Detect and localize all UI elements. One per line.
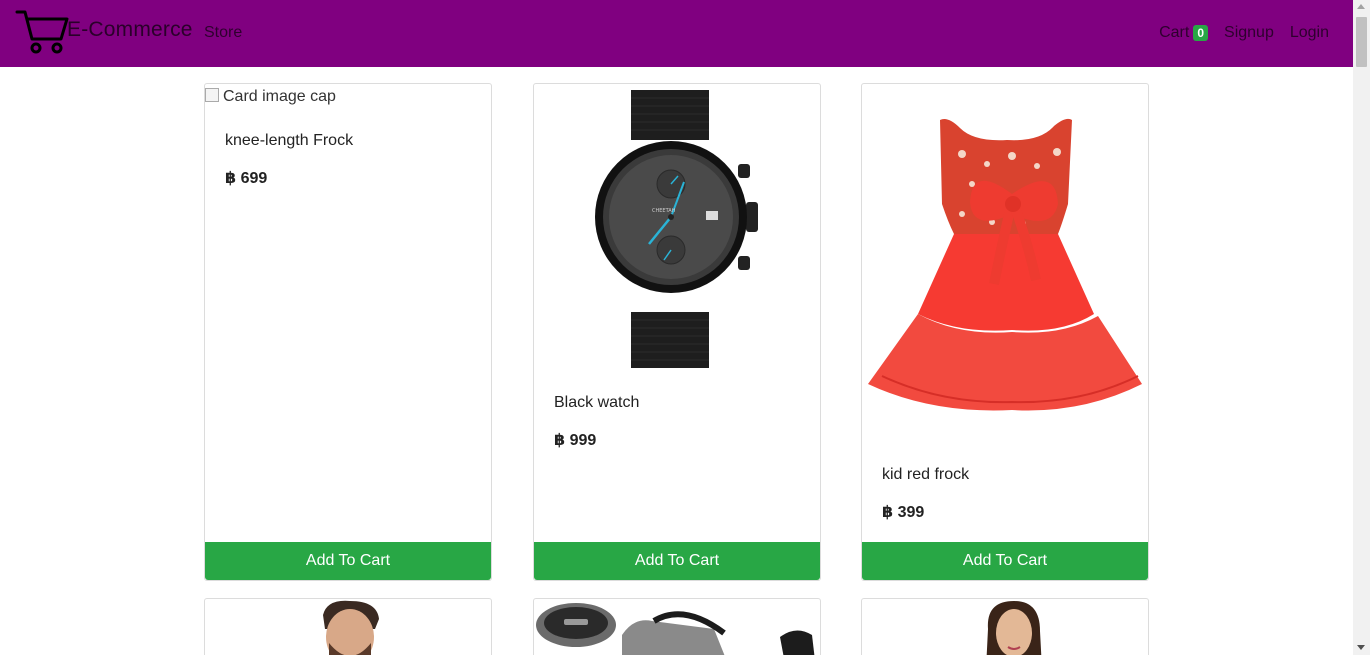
product-price: ฿ 699	[225, 170, 268, 187]
product-card	[204, 598, 492, 655]
man-portrait-image	[205, 599, 491, 655]
scroll-up-arrow-icon[interactable]	[1357, 4, 1365, 9]
product-card: kid red frock ฿ 399 Add To Cart	[861, 83, 1149, 581]
cart-label: Cart	[1159, 24, 1190, 41]
broken-image-icon	[205, 88, 219, 102]
product-title: Black watch	[554, 394, 640, 411]
nav-cart-link[interactable]: Cart 0	[1159, 24, 1209, 42]
scrollbar-thumb[interactable]	[1356, 17, 1367, 67]
brand-link[interactable]: E-Commerce	[15, 9, 193, 57]
product-card: Card image cap knee-length Frock ฿ 699 A…	[204, 83, 492, 581]
brand-name: E-Commerce	[67, 18, 193, 41]
product-title: knee-length Frock	[225, 132, 354, 149]
red-frock-image	[862, 84, 1148, 444]
nav-right-links: Cart 0 Signup Login	[1159, 24, 1329, 42]
backpack-image	[534, 599, 820, 655]
scroll-down-arrow-icon[interactable]	[1357, 645, 1365, 650]
broken-image-placeholder: Card image cap	[205, 88, 336, 106]
svg-text:CHEETAH: CHEETAH	[652, 208, 676, 214]
product-price: ฿ 399	[882, 504, 925, 521]
shopping-cart-icon	[15, 7, 71, 60]
product-card	[861, 598, 1149, 655]
nav-signup-link[interactable]: Signup	[1224, 24, 1274, 42]
add-to-cart-button[interactable]: Add To Cart	[862, 542, 1148, 580]
add-to-cart-button[interactable]: Add To Cart	[205, 542, 491, 580]
cart-count-badge: 0	[1193, 25, 1209, 41]
navbar: E-Commerce Store Cart 0 Signup Login	[0, 0, 1353, 67]
black-watch-image: CHEETAH	[534, 84, 820, 374]
product-price: ฿ 999	[554, 432, 597, 449]
add-to-cart-button[interactable]: Add To Cart	[534, 542, 820, 580]
nav-store-link[interactable]: Store	[204, 24, 242, 42]
image-alt-text: Card image cap	[223, 88, 336, 105]
woman-portrait-image	[862, 599, 1148, 655]
product-card	[533, 598, 821, 655]
product-card: CHEETAH Black watch ฿ 999 Add To Cart	[533, 83, 821, 581]
product-title: kid red frock	[882, 466, 970, 483]
page-scrollbar[interactable]	[1353, 0, 1370, 655]
nav-login-link[interactable]: Login	[1290, 24, 1329, 42]
